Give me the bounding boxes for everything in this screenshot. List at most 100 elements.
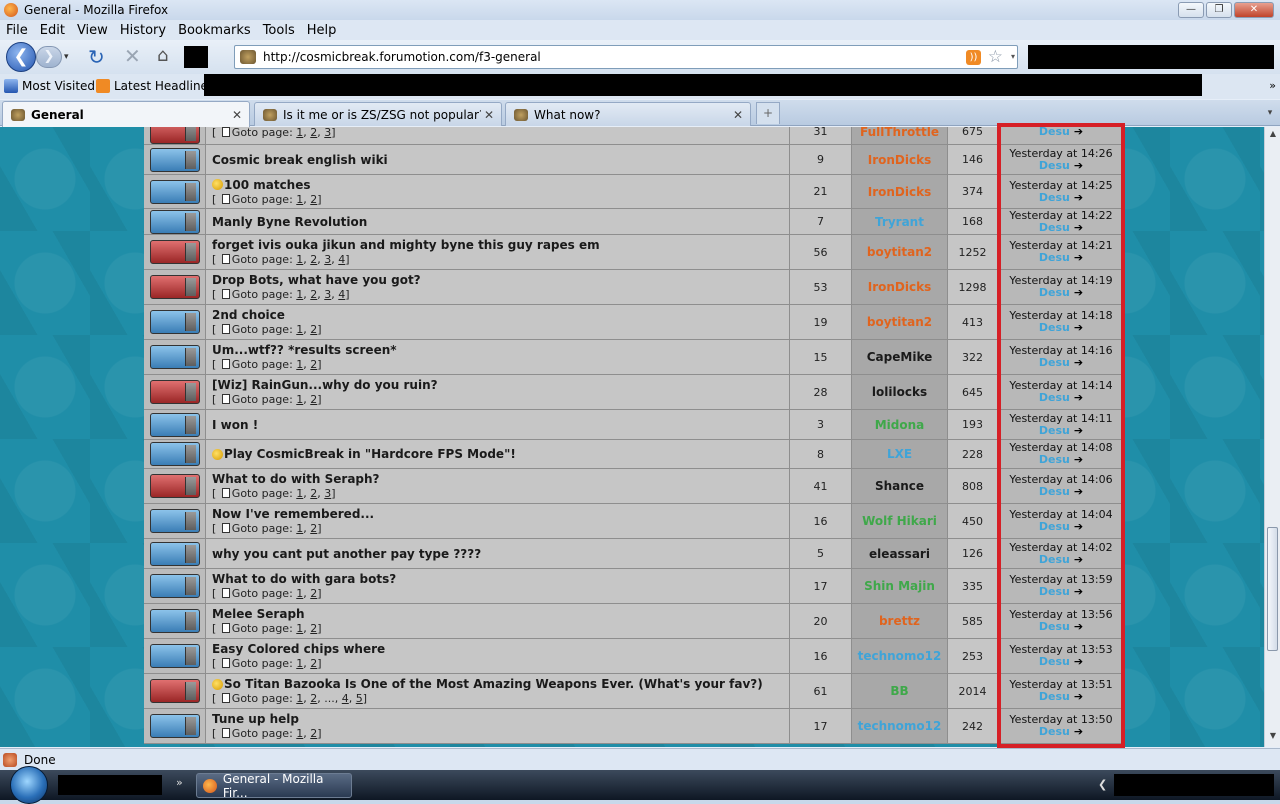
goto-last-post-icon[interactable]: ➔ [1074,127,1083,138]
topic-title-text[interactable]: What to do with gara bots? [212,572,396,586]
menu-view[interactable]: View [71,23,114,38]
topic-title-link[interactable]: Melee Seraph [212,607,783,621]
menu-bookmarks[interactable]: Bookmarks [172,23,257,38]
last-post-author[interactable]: Desu ➔ [1039,287,1083,299]
page-link[interactable]: 2 [310,323,317,336]
tab-close-icon[interactable]: ✕ [730,108,746,122]
last-post-author-name[interactable]: Desu [1039,586,1070,598]
goto-last-post-icon[interactable]: ➔ [1074,357,1083,369]
last-post-author[interactable]: Desu ➔ [1039,691,1083,703]
last-post-author[interactable]: Desu ➔ [1039,521,1083,533]
topic-title-link[interactable]: 100 matches [212,178,783,192]
topic-author[interactable]: technomo12 [852,709,948,743]
page-link[interactable]: 5 [356,692,363,705]
stop-button[interactable]: ✕ [124,46,141,66]
goto-last-post-icon[interactable]: ➔ [1074,392,1083,404]
topic-author[interactable]: IronDicks [852,270,948,304]
topic-title-text[interactable]: Manly Byne Revolution [212,215,367,229]
tab-general[interactable]: General ✕ [2,101,250,127]
last-post-author-name[interactable]: Desu [1039,521,1070,533]
topic-title-text[interactable]: Cosmic break english wiki [212,153,388,167]
topic-title-link[interactable]: Tune up help [212,712,783,726]
page-link[interactable]: 4 [338,288,345,301]
topic-title-link[interactable]: Drop Bots, what have you got? [212,273,783,287]
bookmarks-overflow-icon[interactable]: » [1269,79,1276,92]
goto-last-post-icon[interactable]: ➔ [1074,322,1083,334]
last-post-author-name[interactable]: Desu [1039,726,1070,738]
page-link[interactable]: 4 [338,253,345,266]
bookmark-latest-headlines[interactable]: Latest Headlines [96,79,214,93]
menu-edit[interactable]: Edit [34,23,71,38]
tab-what-now[interactable]: What now? ✕ [505,102,751,126]
goto-last-post-icon[interactable]: ➔ [1074,656,1083,668]
topic-title-text[interactable]: What to do with Seraph? [212,472,380,486]
topic-author[interactable]: FullThrottle [852,127,948,144]
topic-title-text[interactable]: Play CosmicBreak in "Hardcore FPS Mode"! [224,447,516,461]
page-link[interactable]: 2 [310,288,317,301]
topic-title-text[interactable]: why you cant put another pay type ???? [212,547,481,561]
page-link[interactable]: 1 [296,692,303,705]
url-text[interactable]: http://cosmicbreak.forumotion.com/f3-gen… [263,50,541,64]
page-link[interactable]: 1 [296,393,303,406]
last-post-author[interactable]: Desu ➔ [1039,656,1083,668]
last-post-author[interactable]: Desu ➔ [1039,586,1083,598]
goto-last-post-icon[interactable]: ➔ [1074,726,1083,738]
last-post-author-name[interactable]: Desu [1039,424,1070,437]
menu-help[interactable]: Help [301,23,343,38]
scroll-up-icon[interactable]: ▲ [1267,129,1279,143]
page-link[interactable]: 1 [296,358,303,371]
topic-title-text[interactable]: Easy Colored chips where [212,642,385,656]
page-link[interactable]: 1 [296,253,303,266]
goto-last-post-icon[interactable]: ➔ [1074,287,1083,299]
topic-author[interactable]: Midona [852,410,948,439]
vertical-scrollbar[interactable]: ▲ ▼ [1264,127,1280,747]
last-post-author[interactable]: Desu ➔ [1039,221,1083,234]
last-post-author-name[interactable]: Desu [1039,159,1070,172]
goto-last-post-icon[interactable]: ➔ [1074,691,1083,703]
last-post-author-name[interactable]: Desu [1039,691,1070,703]
tray-expand-icon[interactable]: ❮ [1098,778,1107,791]
back-button[interactable]: ❮ [6,42,36,72]
topic-author[interactable]: CapeMike [852,340,948,374]
scroll-down-icon[interactable]: ▼ [1267,731,1279,745]
topic-author[interactable]: Tryrant [852,209,948,234]
goto-last-post-icon[interactable]: ➔ [1074,621,1083,633]
topic-author[interactable]: Shin Majin [852,569,948,603]
last-post-author[interactable]: Desu ➔ [1039,357,1083,369]
topic-title-link[interactable]: So Titan Bazooka Is One of the Most Amaz… [212,677,783,691]
last-post-author[interactable]: Desu ➔ [1039,392,1083,404]
tab-list-dropdown-icon[interactable]: ▾ [1262,104,1278,122]
topic-title-link[interactable]: Cosmic break english wiki [212,153,783,167]
forward-button[interactable]: ❯ [36,46,62,68]
topic-title-text[interactable]: So Titan Bazooka Is One of the Most Amaz… [224,677,763,691]
new-tab-button[interactable]: + [756,102,780,124]
topic-title-text[interactable]: forget ivis ouka jikun and mighty byne t… [212,238,600,252]
page-link[interactable]: 4 [342,692,349,705]
page-link[interactable]: 1 [296,288,303,301]
goto-last-post-icon[interactable]: ➔ [1074,486,1083,498]
topic-title-text[interactable]: Um...wtf?? *results screen* [212,343,397,357]
page-link[interactable]: 3 [324,288,331,301]
url-bar[interactable]: http://cosmicbreak.forumotion.com/f3-gen… [234,45,1018,69]
page-link[interactable]: 1 [296,487,303,500]
topic-author[interactable]: brettz [852,604,948,638]
page-link[interactable]: 1 [296,622,303,635]
topic-title-link[interactable]: What to do with gara bots? [212,572,783,586]
topic-title-link[interactable]: [Wiz] RainGun...why do you ruin? [212,378,783,392]
last-post-author[interactable]: Desu ➔ [1039,159,1083,172]
last-post-author-name[interactable]: Desu [1039,486,1070,498]
page-link[interactable]: 1 [296,127,303,139]
topic-title-text[interactable]: [Wiz] RainGun...why do you ruin? [212,378,438,392]
menu-history[interactable]: History [114,23,172,38]
minimize-button[interactable]: — [1178,2,1204,18]
quicklaunch-overflow-icon[interactable]: » [176,776,183,789]
page-link[interactable]: 2 [310,127,317,139]
tab-zs-zsg[interactable]: Is it me or is ZS/ZSG not popular? - ...… [254,102,502,126]
taskbar-firefox-item[interactable]: General - Mozilla Fir... [196,772,352,800]
goto-last-post-icon[interactable]: ➔ [1074,586,1083,598]
bookmark-most-visited[interactable]: Most Visited [4,79,95,93]
last-post-author[interactable]: Desu ➔ [1039,252,1083,264]
page-link[interactable]: 1 [296,727,303,740]
page-link[interactable]: 3 [324,127,331,139]
page-link[interactable]: 2 [310,193,317,206]
